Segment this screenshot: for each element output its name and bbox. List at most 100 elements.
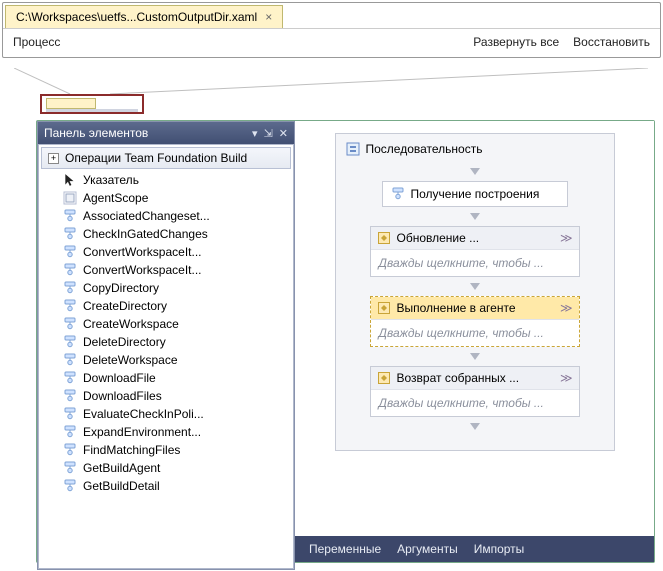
flow-arrow-icon: [470, 168, 480, 175]
toolbox-item-label: CheckInGatedChanges: [83, 227, 208, 241]
toolbox-item[interactable]: CheckInGatedChanges: [39, 225, 293, 243]
close-panel-icon[interactable]: ✕: [279, 127, 288, 140]
toolbox-item[interactable]: Указатель: [39, 171, 293, 189]
toolbox-item[interactable]: DeleteWorkspace: [39, 351, 293, 369]
activity-title: Обновление ...: [397, 231, 480, 245]
activity-icon: [63, 299, 77, 313]
activity-icon: [63, 245, 77, 259]
activity-icon: [377, 301, 391, 315]
activity-title: Возврат собранных ...: [397, 371, 520, 385]
sequence-container[interactable]: Последовательность Получение построения О…: [335, 133, 615, 451]
toolbox-item[interactable]: CreateWorkspace: [39, 315, 293, 333]
toolbox-item[interactable]: ConvertWorkspaceIt...: [39, 261, 293, 279]
activity-icon: [63, 227, 77, 241]
dropdown-icon[interactable]: ▾: [252, 127, 258, 140]
activity-hint: Дважды щелкните, чтобы ...: [371, 249, 579, 276]
restore-link[interactable]: Восстановить: [573, 35, 650, 49]
flow-arrow-icon: [470, 213, 480, 220]
sequence-title: Последовательность: [366, 142, 483, 156]
toolbox-item-label: EvaluateCheckInPoli...: [83, 407, 204, 421]
toolbar: Процесс Развернуть все Восстановить: [3, 28, 660, 57]
file-tab[interactable]: C:\Workspaces\uetfs...CustomOutputDir.xa…: [5, 5, 283, 28]
toolbox-item-label: ConvertWorkspaceIt...: [83, 263, 202, 277]
activity-title: Получение построения: [411, 187, 540, 201]
designer-canvas[interactable]: Последовательность Получение построения О…: [295, 121, 654, 536]
toolbox-item[interactable]: DownloadFiles: [39, 387, 293, 405]
activity-icon: [63, 461, 77, 475]
agentscope-icon: [63, 191, 77, 205]
expand-chevrons-icon[interactable]: ≫: [560, 231, 573, 245]
toolbox-item[interactable]: GetBuildDetail: [39, 477, 293, 495]
toolbox-item[interactable]: CreateDirectory: [39, 297, 293, 315]
pin-icon[interactable]: ⇲: [264, 127, 273, 140]
activity-hint: Дважды щелкните, чтобы ...: [371, 389, 579, 416]
toolbox-item-label: AssociatedChangeset...: [83, 209, 210, 223]
file-tab-title: C:\Workspaces\uetfs...CustomOutputDir.xa…: [16, 10, 257, 24]
activity-icon: [377, 231, 391, 245]
toolbox-panel: Панель элементов ▾ ⇲ ✕ + Операции Team F…: [37, 121, 295, 570]
toolbox-item-label: ConvertWorkspaceIt...: [83, 245, 202, 259]
tab-imports[interactable]: Импорты: [474, 542, 525, 556]
bottom-tab-strip: Переменные Аргументы Импорты: [295, 536, 654, 562]
tab-variables[interactable]: Переменные: [309, 542, 381, 556]
activity-icon: [63, 353, 77, 367]
toolbox-item-label: CreateWorkspace: [83, 317, 179, 331]
toolbox-item[interactable]: ExpandEnvironment...: [39, 423, 293, 441]
callout-thumbnail: [40, 94, 144, 114]
activity-icon: [63, 407, 77, 421]
activity-icon: [63, 263, 77, 277]
expand-chevrons-icon[interactable]: ≫: [560, 371, 573, 385]
toolbox-item-label: DownloadFile: [83, 371, 156, 385]
activity-card[interactable]: Получение построения: [382, 181, 568, 207]
activity-icon: [63, 281, 77, 295]
expand-icon[interactable]: +: [48, 153, 59, 164]
toolbox-item[interactable]: GetBuildAgent: [39, 459, 293, 477]
activity-icon: [63, 335, 77, 349]
pointer-icon: [63, 173, 77, 187]
toolbox-item-label: AgentScope: [83, 191, 148, 205]
toolbox-item[interactable]: FindMatchingFiles: [39, 441, 293, 459]
activity-icon: [63, 371, 77, 385]
toolbox-item-label: CreateDirectory: [83, 299, 167, 313]
tab-arguments[interactable]: Аргументы: [397, 542, 458, 556]
activity-card[interactable]: Обновление ... ≫ Дважды щелкните, чтобы ..…: [370, 226, 580, 277]
toolbox-item[interactable]: DeleteDirectory: [39, 333, 293, 351]
toolbox-item[interactable]: AgentScope: [39, 189, 293, 207]
toolbox-item-label: DownloadFiles: [83, 389, 162, 403]
expand-chevrons-icon[interactable]: ≫: [560, 301, 573, 315]
toolbox-item[interactable]: CopyDirectory: [39, 279, 293, 297]
expand-all-link[interactable]: Развернуть все: [473, 35, 559, 49]
activity-icon: [63, 317, 77, 331]
activity-hint: Дважды щелкните, чтобы ...: [371, 319, 579, 346]
toolbox-item-label: GetBuildAgent: [83, 461, 160, 475]
toolbox-item[interactable]: EvaluateCheckInPoli...: [39, 405, 293, 423]
activity-card[interactable]: Выполнение в агенте ≫ Дважды щелкните, что…: [370, 296, 580, 347]
activity-title: Выполнение в агенте: [397, 301, 516, 315]
toolbox-item-label: Указатель: [83, 173, 139, 187]
activity-icon: [63, 479, 77, 493]
activity-icon: [391, 187, 405, 201]
toolbox-category-label: Операции Team Foundation Build: [65, 151, 247, 165]
activity-card[interactable]: Возврат собранных ... ≫ Дважды щелкните, ч…: [370, 366, 580, 417]
toolbox-item-label: DeleteDirectory: [83, 335, 166, 349]
toolbox-item[interactable]: AssociatedChangeset...: [39, 207, 293, 225]
toolbox-item-label: FindMatchingFiles: [83, 443, 180, 457]
toolbox-header: Панель элементов ▾ ⇲ ✕: [38, 122, 294, 144]
sequence-icon: [346, 142, 360, 156]
flow-arrow-icon: [470, 283, 480, 290]
callout-connector: [14, 68, 648, 94]
activity-icon: [377, 371, 391, 385]
flow-arrow-icon: [470, 423, 480, 430]
breadcrumb-process[interactable]: Процесс: [13, 35, 60, 49]
toolbox-item[interactable]: DownloadFile: [39, 369, 293, 387]
toolbox-title: Панель элементов: [44, 126, 148, 140]
toolbox-item[interactable]: ConvertWorkspaceIt...: [39, 243, 293, 261]
close-icon[interactable]: ×: [265, 10, 272, 24]
toolbox-item-label: CopyDirectory: [83, 281, 159, 295]
activity-icon: [63, 209, 77, 223]
toolbox-category[interactable]: + Операции Team Foundation Build: [41, 147, 291, 169]
activity-icon: [63, 389, 77, 403]
toolbox-item-label: ExpandEnvironment...: [83, 425, 201, 439]
activity-icon: [63, 425, 77, 439]
activity-icon: [63, 443, 77, 457]
